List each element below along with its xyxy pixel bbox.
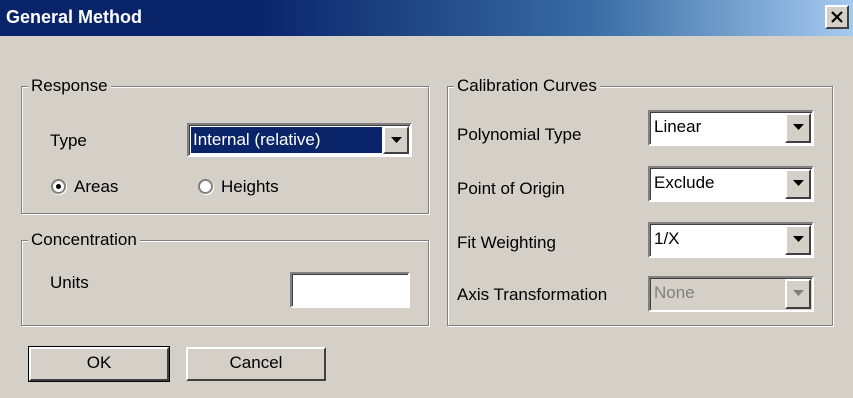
cancel-button[interactable]: Cancel [186, 347, 326, 381]
title-bar: General Method [0, 0, 853, 36]
close-icon [831, 11, 843, 23]
axis-label: Axis Transformation [457, 285, 608, 304]
axis-combo-button [785, 279, 811, 309]
units-field[interactable] [290, 272, 410, 308]
units-label: Units [50, 273, 89, 292]
areas-label[interactable]: Areas [74, 176, 118, 198]
weighting-combo[interactable]: 1/X [648, 222, 814, 258]
weighting-value: 1/X [654, 229, 680, 248]
chevron-down-icon [793, 124, 804, 130]
axis-combo: None [648, 276, 814, 312]
concentration-legend: Concentration [28, 230, 140, 250]
weighting-combo-button[interactable] [785, 225, 811, 255]
origin-label: Point of Origin [457, 179, 565, 198]
heights-radio[interactable] [198, 179, 213, 194]
polynomial-label: Polynomial Type [457, 125, 582, 144]
type-combo[interactable]: Internal (relative) [187, 123, 412, 157]
chevron-down-icon [793, 180, 804, 186]
close-button[interactable] [825, 5, 849, 29]
response-legend: Response [28, 76, 111, 96]
polynomial-combo[interactable]: Linear [648, 110, 814, 146]
type-combo-button[interactable] [383, 126, 409, 154]
axis-value: None [654, 283, 695, 302]
radio-dot [56, 184, 61, 189]
window-title: General Method [6, 7, 143, 27]
polynomial-combo-button[interactable] [785, 113, 811, 143]
polynomial-value: Linear [654, 117, 702, 136]
type-label: Type [50, 131, 87, 150]
origin-value: Exclude [654, 173, 715, 192]
areas-radio[interactable] [51, 179, 66, 194]
chevron-down-icon [793, 236, 804, 242]
ok-button[interactable]: OK [28, 346, 170, 382]
calibration-legend: Calibration Curves [454, 76, 600, 96]
origin-combo[interactable]: Exclude [648, 166, 814, 202]
origin-combo-button[interactable] [785, 169, 811, 199]
weighting-label: Fit Weighting [457, 233, 556, 252]
units-value [294, 276, 406, 304]
type-combo-value: Internal (relative) [191, 127, 382, 153]
chevron-down-icon [793, 290, 804, 296]
heights-label[interactable]: Heights [221, 176, 279, 198]
chevron-down-icon [391, 137, 402, 143]
